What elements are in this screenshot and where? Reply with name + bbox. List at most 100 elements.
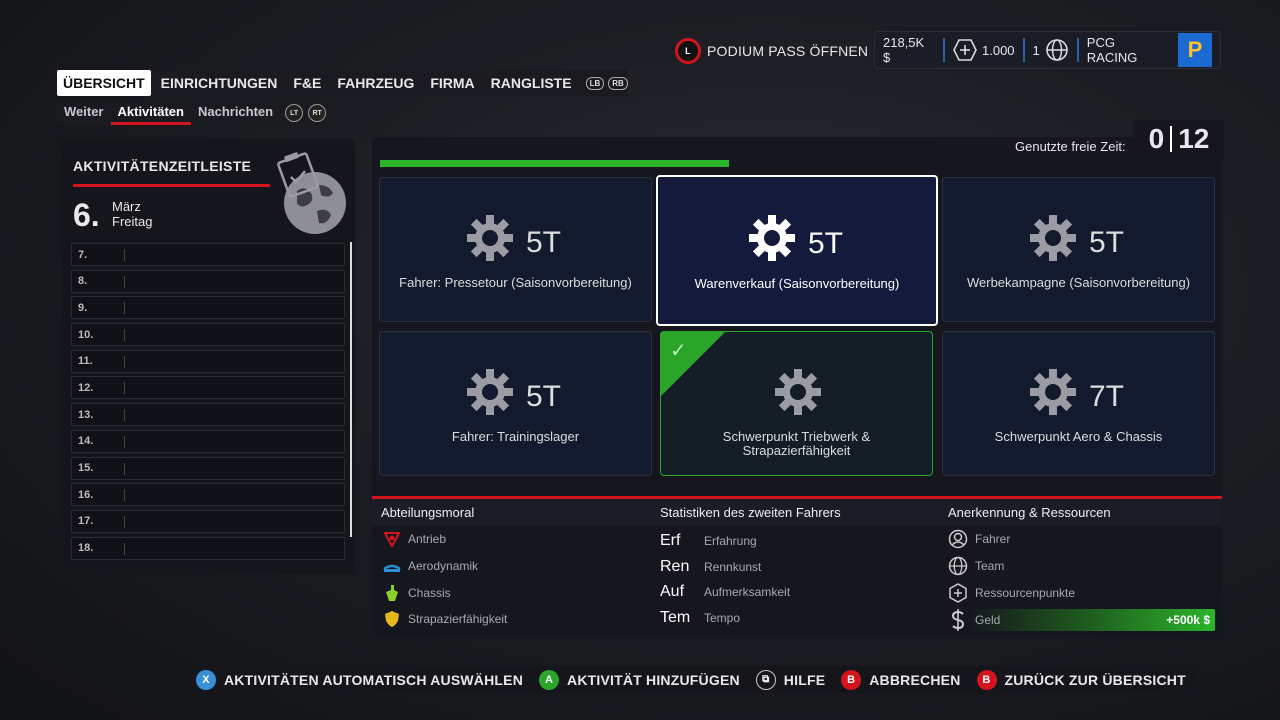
check-icon: ✓ [670,340,687,362]
driver-stats-title: Statistiken des zweiten Fahrers [660,505,841,520]
tab-einrichtungen[interactable]: EINRICHTUNGEN [155,70,284,96]
day-slot[interactable]: 12. [71,376,345,400]
rb-hint: RB [608,76,628,90]
back-to-overview-button[interactable]: B ZURÜCK ZUR ÜBERSICHT [976,669,1186,690]
subtab-weiter[interactable]: Weiter [57,101,111,125]
globe-icon [1045,39,1068,61]
morale-item-antrieb: Antrieb [383,530,446,548]
activity-label: Schwerpunkt Triebwerk & Strapazierfähigk… [722,429,871,458]
lt-hint: LT [285,104,304,122]
team-logo: P [1178,33,1212,67]
activity-card-werbekampagne[interactable]: 5T Werbekampagne (Saisonvorbereitung) [942,177,1215,322]
current-day-info: März Freitag [112,199,152,229]
morale-item-chassis: Chassis [383,584,451,602]
day-slot[interactable]: 14. [71,429,345,453]
activity-card-pressetour[interactable]: 5T Fahrer: Pressetour (Saisonvorbereitun… [379,177,652,322]
tab-fahrzeug[interactable]: FAHRZEUG [331,70,420,96]
tab-rangliste[interactable]: RANGLISTE [485,70,578,96]
team-stat: PCG RACING P [1079,32,1220,68]
day-slot[interactable]: 13. [71,403,345,427]
gear-icon [775,369,821,415]
activity-card-trainingslager[interactable]: 5T Fahrer: Trainingslager [379,331,652,476]
podium-pass-button[interactable]: L PODIUM PASS ÖFFNEN [675,38,868,64]
day-slot[interactable]: 18. [71,536,345,560]
add-activity-button[interactable]: A AKTIVITÄT HINZUFÜGEN [539,669,740,690]
current-day-number: 6. [73,197,100,233]
cancel-button[interactable]: B ABBRECHEN [841,669,960,690]
count-stat: 1 [1025,32,1077,68]
tab-fe[interactable]: F&E [287,70,327,96]
engine-icon [383,532,401,548]
podium-pass-label: PODIUM PASS ÖFFNEN [707,43,869,59]
day-slot[interactable]: 17. [71,509,345,533]
aero-icon [383,564,401,572]
driver-stat-tempo: Tem Tempo [660,609,741,626]
day-slot[interactable]: 10. [71,323,345,347]
morale-item-aerodynamik: Aerodynamik [383,557,478,575]
footer-controls: X AKTIVITÄTEN AUTOMATISCH AUSWÄHLEN A AK… [190,666,1194,693]
activity-card-warenverkauf[interactable]: 5T Warenverkauf (Saisonvorbereitung) [656,175,938,326]
title-underline [73,184,270,187]
points-stat: 1.000 [945,32,1023,68]
clipboard-globe-icon [277,152,346,234]
activity-duration: 5T [808,227,844,260]
free-time-counter: 0 12 [1134,120,1224,158]
resource-item-geld: Geld [948,609,1000,631]
money-gain-value: +500k $ [1166,613,1210,627]
day-list: 7. 8. 9. 10. 11. 12. 13. 14. 15. 16. 17.… [71,243,345,563]
timeline-scrollbar[interactable] [350,242,352,537]
gear-icon [467,215,513,261]
morale-title: Abteilungsmoral [381,505,475,520]
lb-hint: LB [585,76,605,90]
day-slot[interactable]: 8. [71,269,345,293]
tab-uebersicht[interactable]: ÜBERSICHT [57,70,151,96]
driver-stat-rennkunst: Ren Rennkunst [660,558,762,575]
activity-duration: 5T [526,380,562,413]
gear-icon [467,369,513,415]
activity-card-aero-chassis[interactable]: 7T Schwerpunkt Aero & Chassis [942,331,1215,476]
activity-label: Schwerpunkt Aero & Chassis [994,429,1163,444]
day-slot[interactable]: 15. [71,456,345,480]
main-tabs: ÜBERSICHT EINRICHTUNGEN F&E FAHRZEUG FIR… [57,70,628,96]
gear-icon [749,215,795,261]
resource-item-fahrer: Fahrer [948,529,1010,549]
plus-hex-icon [949,583,967,603]
activity-duration: 7T [1089,380,1125,413]
globe-icon [948,556,968,576]
help-button[interactable]: ⧉ HILFE [755,669,825,690]
money-stat: 218,5K $ [883,35,925,65]
free-time-label: Genutzte freie Zeit: [1015,139,1126,154]
day-slot[interactable]: 9. [71,296,345,320]
free-time-total: 12 [1178,123,1210,154]
gear-icon [1030,215,1076,261]
l-stick-icon: L [675,38,701,64]
resource-stats-bar: 218,5K $ 1.000 1 PCG RACING P [874,31,1221,69]
free-time-used: 0 [1148,123,1165,154]
day-slot[interactable]: 7. [71,243,345,266]
activity-label: Werbekampagne (Saisonvorbereitung) [966,275,1191,290]
b-button-icon: B [976,669,997,690]
chassis-icon [386,585,398,601]
tab-firma[interactable]: FIRMA [424,70,480,96]
current-weekday: Freitag [112,214,153,229]
driver-stat-aufmerksamkeit: Auf Aufmerksamkeit [660,583,791,600]
driver-icon [948,529,968,549]
subtab-nachrichten[interactable]: Nachrichten [191,101,280,125]
timeline-title: AKTIVITÄTENZEITLEISTE [73,158,252,174]
resource-item-ressourcenpunkte: Ressourcenpunkte [948,583,1075,603]
view-button-icon: ⧉ [755,669,776,690]
b-button-icon: B [841,669,862,690]
a-button-icon: A [539,669,560,690]
subtab-aktivitaeten[interactable]: Aktivitäten [110,101,191,125]
x-button-icon: X [196,669,216,690]
day-slot[interactable]: 11. [71,349,345,373]
resource-item-team: Team [948,556,1004,576]
day-slot[interactable]: 16. [71,483,345,507]
driver-stat-erfahrung: Erf Erfahrung [660,532,757,549]
activity-duration: 5T [1089,226,1125,259]
rt-hint: RT [308,104,327,122]
free-time-progress-bar [380,160,729,167]
plus-hex-icon [953,39,977,61]
activity-card-triebwerk[interactable]: ✓ Schwerpunkt Triebwerk & Strapazierfähi… [660,331,933,476]
auto-select-button[interactable]: X AKTIVITÄTEN AUTOMATISCH AUSWÄHLEN [196,669,523,690]
